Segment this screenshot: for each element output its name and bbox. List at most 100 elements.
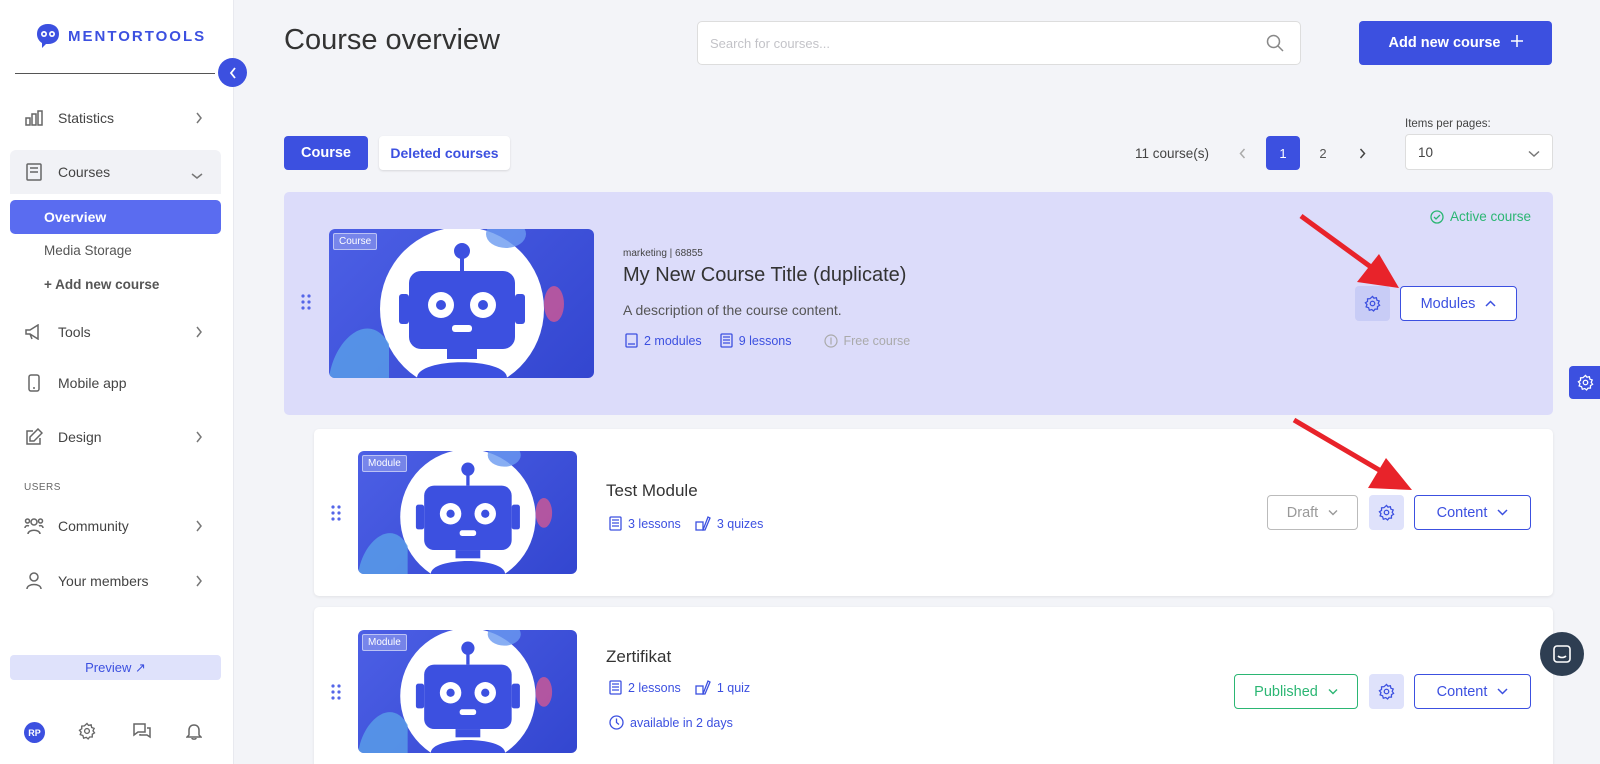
sidebar-item-label: Tools — [58, 324, 91, 340]
modules-count: 2 modules — [644, 333, 702, 348]
sidebar-item-statistics[interactable]: Statistics — [10, 96, 221, 140]
avatar[interactable]: RP — [24, 722, 45, 743]
chevron-right-icon — [195, 519, 203, 535]
chevron-right-icon — [195, 325, 203, 341]
sidebar-footer: RP — [24, 722, 240, 745]
sidebar-item-tools[interactable]: Tools — [10, 310, 221, 354]
module-badge: Module — [362, 455, 407, 472]
megaphone-icon — [24, 322, 44, 342]
bell-icon[interactable] — [185, 722, 203, 745]
search-input[interactable] — [698, 22, 1238, 64]
chevron-left-icon — [229, 66, 236, 79]
logo[interactable]: MENTORTOOLS — [34, 22, 206, 50]
module-settings-button[interactable] — [1369, 674, 1404, 709]
sidebar-item-label: Community — [58, 518, 129, 534]
content-button[interactable]: Content — [1414, 495, 1531, 530]
module-title[interactable]: Zertifikat — [606, 647, 671, 667]
module-title[interactable]: Test Module — [606, 481, 698, 501]
document-icon — [609, 516, 622, 531]
sidebar-subitem-media-storage[interactable]: Media Storage — [44, 243, 132, 258]
sidebar-item-mobile-app[interactable]: Mobile app — [10, 361, 221, 405]
course-title[interactable]: My New Course Title (duplicate) — [623, 264, 906, 287]
status-dropdown-draft[interactable]: Draft — [1267, 495, 1358, 530]
module-settings-button[interactable] — [1369, 495, 1404, 530]
document-icon — [609, 680, 622, 695]
chevron-down-icon — [1328, 510, 1338, 516]
floating-settings-button[interactable] — [1569, 366, 1600, 399]
lessons-count: 9 lessons — [738, 333, 792, 348]
chevron-right-icon — [195, 430, 203, 446]
sidebar-item-label: Mobile app — [58, 375, 127, 391]
availability-label: available in 2 days — [630, 715, 733, 730]
edit-icon — [24, 427, 44, 447]
logo-icon — [37, 24, 59, 48]
drag-handle-icon[interactable] — [331, 505, 341, 526]
sidebar-collapse-button[interactable] — [218, 58, 247, 87]
course-description: A description of the course content. — [623, 302, 842, 318]
quiz-icon — [695, 516, 711, 531]
content-button-label: Content — [1436, 504, 1488, 521]
drag-handle-icon[interactable] — [301, 294, 311, 315]
chevron-down-icon — [1528, 146, 1540, 161]
check-circle-icon — [1430, 209, 1444, 224]
search-box — [697, 21, 1301, 65]
page-title: Course overview — [284, 24, 500, 56]
search-icon[interactable] — [1266, 34, 1284, 57]
chat-bubbles-icon[interactable] — [132, 722, 152, 745]
pagination-page-2[interactable]: 2 — [1306, 136, 1340, 170]
course-badge: Course — [333, 233, 378, 250]
phone-icon — [24, 373, 44, 393]
sidebar-subitem-add-course[interactable]: + Add new course — [44, 277, 159, 292]
gear-icon — [1576, 374, 1594, 391]
brand-name: MENTORTOOLS — [68, 27, 207, 45]
chevron-down-icon — [1497, 688, 1508, 695]
pagination-next[interactable] — [1345, 136, 1379, 170]
course-count: 11 course(s) — [1135, 146, 1210, 161]
sidebar-item-label: Courses — [58, 164, 111, 180]
sidebar-item-label: Design — [58, 429, 102, 445]
availability-stat: available in 2 days — [609, 715, 733, 730]
gear-icon[interactable] — [78, 722, 96, 745]
pagination-page-1[interactable]: 1 — [1266, 136, 1300, 170]
pagination-prev[interactable] — [1225, 136, 1259, 170]
modules-button[interactable]: Modules — [1400, 286, 1517, 321]
preview-button[interactable]: Preview ↗ — [10, 655, 221, 680]
chevron-down-icon — [191, 167, 203, 183]
chat-launcher-button[interactable] — [1540, 632, 1584, 676]
status-dropdown-published[interactable]: Published — [1234, 674, 1358, 709]
add-new-course-button[interactable]: Add new course — [1359, 21, 1552, 65]
sidebar-item-label: Statistics — [58, 110, 115, 126]
section-label-users: USERS — [24, 482, 61, 493]
module-thumbnail[interactable]: Module — [358, 451, 577, 574]
add-course-label: Add new course — [1388, 35, 1501, 51]
plus-icon — [1510, 35, 1523, 51]
content-button[interactable]: Content — [1414, 674, 1531, 709]
sidebar-subitem-overview[interactable]: Overview — [10, 200, 221, 234]
annotation-arrow — [1299, 213, 1399, 288]
course-lessons-stat: 9 lessons — [720, 333, 792, 348]
course-thumbnail[interactable]: Course — [329, 229, 594, 378]
drag-handle-icon[interactable] — [331, 684, 341, 705]
chevron-right-icon — [195, 111, 203, 127]
items-per-page-value: 10 — [1418, 144, 1434, 160]
tab-course[interactable]: Course — [284, 136, 368, 170]
community-icon — [24, 516, 44, 536]
status-label: Published — [1254, 683, 1318, 700]
active-course-label: Active course — [1450, 209, 1532, 224]
items-per-page-select[interactable]: 10 — [1405, 134, 1553, 170]
status-label: Draft — [1286, 504, 1319, 521]
document-icon — [720, 333, 733, 348]
sidebar-item-community[interactable]: Community — [10, 504, 221, 548]
sidebar-item-design[interactable]: Design — [10, 415, 221, 459]
bar-chart-icon — [24, 108, 44, 128]
sidebar-item-your-members[interactable]: Your members — [10, 559, 221, 603]
module-thumbnail[interactable]: Module — [358, 630, 577, 753]
module-stats: 3 lessons 3 quizes — [609, 516, 763, 531]
price-label: Free course — [843, 333, 911, 348]
sidebar-item-courses[interactable]: Courses — [10, 150, 221, 194]
chevron-up-icon — [1485, 300, 1496, 307]
modules-button-label: Modules — [1420, 295, 1476, 312]
course-meta: marketing | 68855 — [623, 248, 703, 259]
sidebar: MENTORTOOLS Statistics Courses Overview … — [0, 0, 234, 764]
tab-deleted-courses[interactable]: Deleted courses — [379, 136, 510, 170]
